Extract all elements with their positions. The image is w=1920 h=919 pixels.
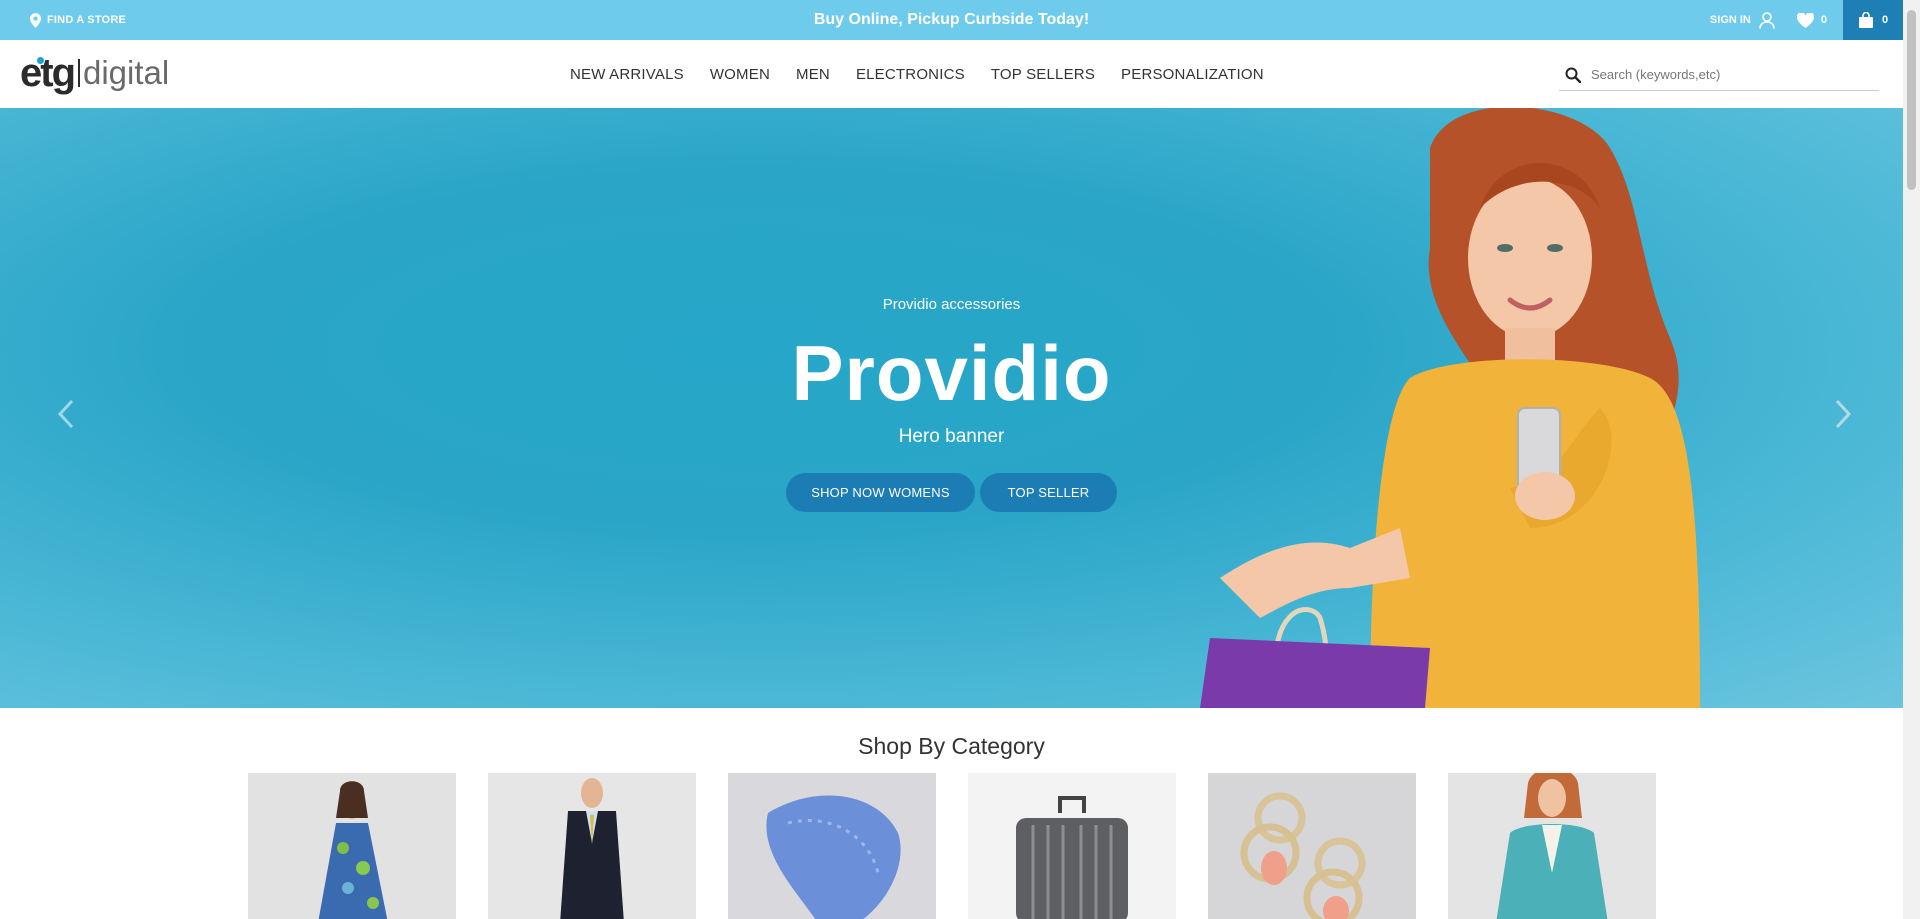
site-logo[interactable]: etg digital	[20, 50, 169, 96]
logo-separator	[78, 59, 80, 87]
suit-image	[488, 773, 696, 919]
top-promo-bar: FIND A STORE Buy Online, Pickup Curbside…	[0, 0, 1903, 40]
shopping-bag-icon	[1858, 12, 1873, 28]
search-bar	[1559, 59, 1879, 91]
wishlist-button[interactable]: 0	[1796, 12, 1827, 28]
category-card-blazer[interactable]	[1448, 773, 1656, 919]
sign-in-link[interactable]: SIGN IN	[1709, 11, 1775, 29]
chevron-left-icon	[57, 399, 74, 429]
hero-banner: Providio accessories Providio Hero banne…	[0, 108, 1903, 708]
nav-new-arrivals[interactable]: NEW ARRIVALS	[570, 66, 684, 83]
main-nav: NEW ARRIVALS WOMEN MEN ELECTRONICS TOP S…	[570, 40, 1264, 108]
find-store-label: FIND A STORE	[47, 14, 126, 26]
logo-etg-text: etg	[20, 51, 76, 95]
hero-caption: Hero banner	[898, 426, 1005, 447]
hero-subtitle: Providio accessories	[882, 296, 1021, 313]
logo-digital: digital	[83, 54, 170, 91]
promo-message: Buy Online, Pickup Curbside Today!	[813, 11, 1090, 28]
dress-image	[248, 773, 456, 919]
tie-image	[728, 773, 936, 919]
account-actions: SIGN IN 0 0	[1710, 0, 1903, 40]
nav-electronics[interactable]: ELECTRONICS	[856, 66, 965, 83]
nav-women[interactable]: WOMEN	[710, 66, 770, 83]
chevron-right-icon	[1835, 399, 1852, 429]
wishlist-count: 0	[1820, 14, 1827, 26]
category-section-title: Shop By Category	[858, 733, 1045, 759]
top-seller-button[interactable]: TOP SELLER	[980, 473, 1117, 512]
nav-top-sellers[interactable]: TOP SELLERS	[991, 66, 1095, 83]
nav-personalization[interactable]: PERSONALIZATION	[1121, 66, 1264, 83]
category-card-dress[interactable]	[248, 773, 456, 919]
search-input[interactable]	[1591, 67, 1861, 82]
category-card-luggage[interactable]	[968, 773, 1176, 919]
category-card-earrings[interactable]	[1208, 773, 1416, 919]
carousel-next-button[interactable]	[1833, 398, 1853, 430]
search-icon[interactable]	[1565, 67, 1581, 83]
cart-count: 0	[1881, 14, 1889, 26]
category-card-tie[interactable]	[728, 773, 936, 919]
page-scrollbar[interactable]	[1903, 0, 1920, 919]
heart-icon	[1796, 12, 1814, 28]
sign-in-label: SIGN IN	[1709, 14, 1751, 26]
logo-etg: etg	[20, 50, 76, 96]
hero-title: Providio	[791, 329, 1112, 417]
find-store-link[interactable]: FIND A STORE	[30, 0, 126, 40]
user-icon	[1759, 11, 1775, 29]
carousel-prev-button[interactable]	[56, 398, 76, 430]
shop-now-womens-button[interactable]: SHOP NOW WOMENS	[786, 473, 975, 512]
site-header: etg digital NEW ARRIVALS WOMEN MEN ELECT…	[0, 40, 1903, 108]
category-grid	[248, 773, 1656, 919]
nav-men[interactable]: MEN	[796, 66, 830, 83]
logo-dot	[37, 57, 44, 64]
blazer-image	[1448, 773, 1656, 919]
category-card-suit[interactable]	[488, 773, 696, 919]
location-pin-icon	[30, 12, 41, 28]
earrings-image	[1208, 773, 1416, 919]
scrollbar-thumb[interactable]	[1907, 10, 1916, 190]
hero-buttons: SHOP NOW WOMENS TOP SELLER	[0, 473, 1903, 512]
luggage-image	[968, 773, 1176, 919]
cart-button[interactable]: 0	[1843, 0, 1903, 40]
